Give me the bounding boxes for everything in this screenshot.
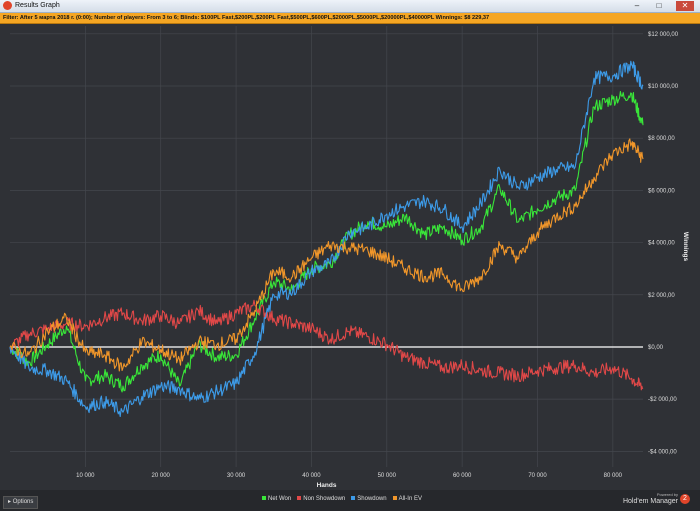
x-tick-label: 50 000 (378, 473, 397, 479)
legend-item: Non Showdown (297, 496, 345, 502)
x-tick-label: 60 000 (453, 473, 472, 479)
brand-block: Powered by Hold'em Manager (623, 492, 678, 506)
filter-bar[interactable]: Filter: After 5 марта 2018 г. (0:00); Nu… (0, 13, 700, 24)
x-tick-label: 20 000 (152, 473, 171, 479)
results-chart-svg: $12 000,00 $10 000,00 $8 000,00 $6 000,00 $4… (9, 26, 689, 489)
app-logo-icon (3, 1, 12, 10)
x-tick-label: 30 000 (227, 473, 246, 479)
options-label: Options (12, 499, 34, 505)
legend-label: Net Won (268, 496, 292, 502)
x-tick-label: 80 000 (604, 473, 623, 479)
y-tick-label: $12 000,00 (648, 32, 679, 38)
y-tick-label: $8 000,00 (648, 136, 675, 142)
legend-label: All-In EV (398, 496, 422, 502)
x-axis-label: Hands (317, 482, 337, 489)
close-button[interactable]: ✕ (676, 1, 694, 11)
legend-item: Showdown (351, 496, 387, 502)
legend-swatch (392, 496, 397, 501)
title-bar: Results Graph – □ ✕ (0, 0, 700, 13)
filter-text: Filter: After 5 марта 2018 г. (0:00); Nu… (3, 15, 490, 21)
legend-label: Non Showdown (303, 496, 346, 502)
y-tick-label: $0,00 (648, 345, 664, 351)
results-graph-window: Results Graph – □ ✕ Filter: After 5 март… (0, 0, 700, 511)
y-tick-label: -$2 000,00 (648, 397, 677, 403)
y-tick-label: $6 000,00 (648, 188, 675, 194)
options-button[interactable]: ▸ Options (3, 496, 39, 509)
legend-label: Showdown (357, 496, 387, 502)
y-tick-label: $4 000,00 (648, 241, 675, 247)
brand-name: Hold'em Manager (622, 498, 678, 505)
minimize-button[interactable]: – (628, 1, 646, 11)
maximize-button[interactable]: □ (650, 1, 668, 11)
chart-legend: Net Won Non Showdown Showdown All-In EV (262, 496, 428, 506)
x-tick-label: 40 000 (302, 473, 321, 479)
legend-swatch (351, 496, 356, 501)
x-tick-label: 10 000 (76, 473, 95, 479)
legend-swatch (262, 496, 266, 501)
results-chart[interactable]: $12 000,00 $10 000,00 $8 000,00 $6 000,00 $4… (0, 24, 700, 490)
y-axis-label: Winnings (682, 232, 689, 262)
legend-swatch (297, 496, 302, 501)
y-tick-label: $2 000,00 (648, 293, 675, 299)
y-tick-label: -$4 000,00 (648, 449, 677, 455)
hem-logo-icon: 2 (680, 494, 690, 504)
x-tick-label: 70 000 (528, 473, 547, 479)
y-tick-label: $10 000,00 (648, 84, 679, 90)
legend-item: All-In EV (392, 496, 422, 502)
legend-item: Net Won (262, 496, 291, 502)
window-title: Results Graph (15, 2, 60, 9)
